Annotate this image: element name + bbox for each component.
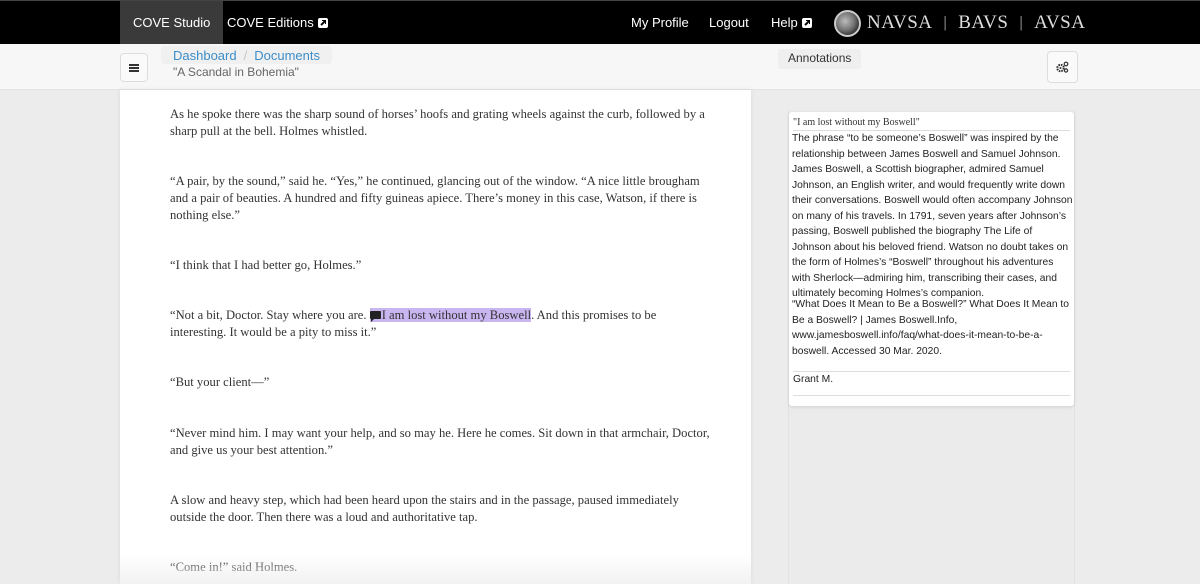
nav-cove-editions[interactable]: COVE Editions [214, 1, 341, 44]
paragraph-annotated: “Not a bit, Doctor. Stay where you are. … [170, 307, 710, 341]
paragraph: “Never mind him. I may want your help, a… [170, 426, 710, 457]
brand-avsa: AVSA [1034, 12, 1086, 33]
annotations-tab[interactable]: Annotations [778, 49, 862, 69]
breadcrumb: Dashboard / Documents [161, 46, 332, 64]
external-link-icon [801, 18, 812, 28]
document-viewer[interactable]: As he spoke there was the sharp sound of… [120, 90, 751, 584]
annotation-quote: "I am lost without my Boswell" [793, 117, 1070, 131]
document-title: "A Scandal in Bohemia" [173, 65, 299, 79]
annotation-highlight[interactable]: I am lost without my Boswell [369, 308, 532, 322]
breadcrumb-documents[interactable]: Documents [254, 48, 320, 63]
sub-header: Dashboard / Documents "A Scandal in Bohe… [0, 44, 1200, 90]
nav-cove-studio-label: COVE Studio [133, 15, 211, 30]
highlighted-text: I am lost without my Boswell [381, 308, 532, 322]
society-seal-icon [834, 9, 861, 37]
paragraph: A slow and heavy step, which had been he… [170, 493, 679, 524]
annotation-body: The phrase “to be someone’s Boswell” was… [792, 133, 1073, 299]
gears-icon [1056, 61, 1069, 73]
nav-cove-editions-label: COVE Editions [227, 15, 314, 30]
nav-help-label: Help [771, 15, 798, 30]
brand-separator: | [1019, 14, 1024, 31]
paragraph: As he spoke there was the sharp sound of… [170, 107, 705, 138]
nav-cove-studio[interactable]: COVE Studio [120, 1, 224, 44]
annotation-citation: “What Does It Mean to Be a Boswell?” Wha… [792, 299, 1069, 357]
divider [793, 395, 1070, 396]
external-link-icon [317, 18, 328, 28]
society-brand[interactable]: NAVSA | BAVS | AVSA [834, 7, 1085, 39]
paragraph-text: “Not a bit, Doctor. Stay where you are. [170, 308, 370, 322]
comment-icon [369, 311, 381, 322]
nav-logout-label: Logout [709, 15, 749, 30]
divider [793, 371, 1070, 372]
paragraph: “A pair, by the sound,” said he. “Yes,” … [170, 174, 700, 222]
annotation-settings-button[interactable] [1047, 51, 1078, 83]
annotation-card[interactable]: "I am lost without my Boswell" The phras… [789, 112, 1074, 406]
breadcrumb-dashboard[interactable]: Dashboard [173, 48, 237, 63]
breadcrumb-separator: / [243, 48, 248, 63]
paragraph: “I think that I had better go, Holmes.” [170, 258, 362, 272]
brand-navsa: NAVSA [867, 12, 933, 33]
annotation-author: Grant M. [793, 374, 834, 385]
bottom-fade [120, 554, 751, 584]
hamburger-icon [129, 63, 139, 72]
nav-my-profile[interactable]: My Profile [618, 1, 702, 44]
nav-help[interactable]: Help [758, 1, 825, 44]
nav-my-profile-label: My Profile [631, 15, 689, 30]
top-navbar: COVE Studio COVE Editions My Profile Log… [0, 0, 1200, 44]
nav-logout[interactable]: Logout [696, 1, 762, 44]
sidebar-toggle-button[interactable] [120, 53, 148, 82]
paragraph: “But your client—” [170, 375, 270, 389]
brand-bavs: BAVS [958, 12, 1009, 33]
brand-separator: | [943, 14, 948, 31]
